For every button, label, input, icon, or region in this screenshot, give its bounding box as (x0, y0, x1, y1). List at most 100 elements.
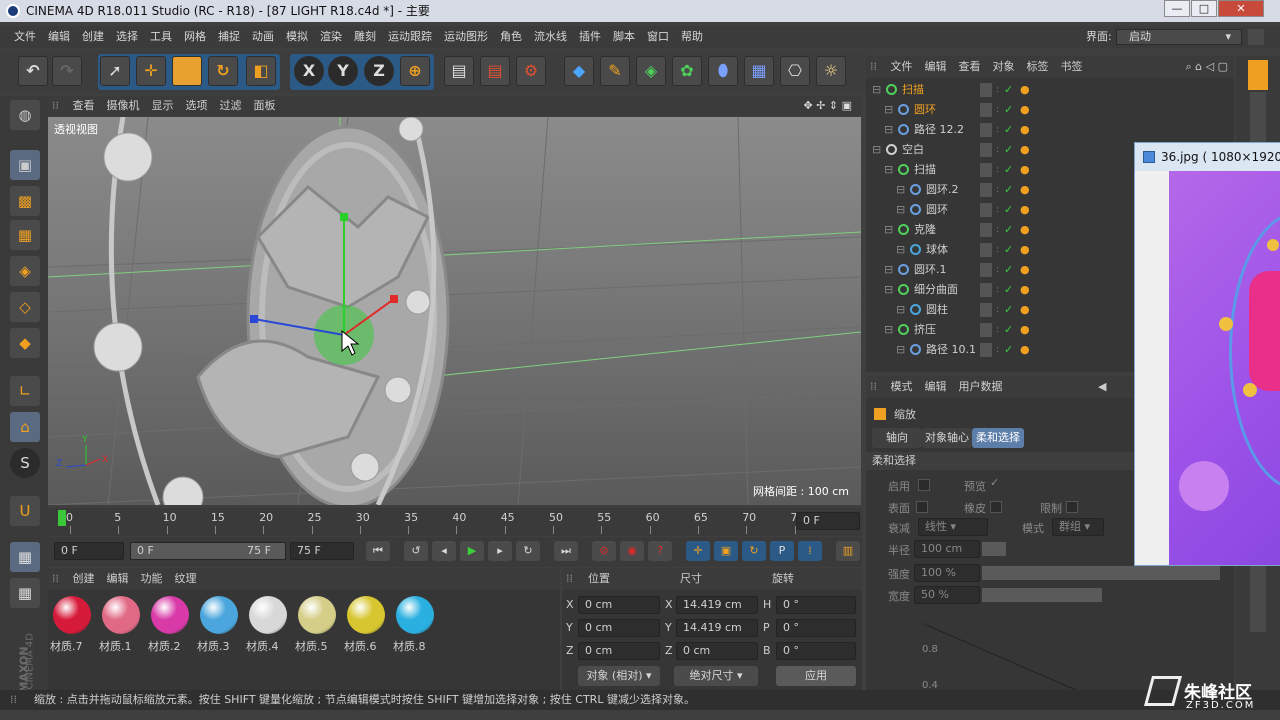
editor-render-dots[interactable]: : (996, 340, 999, 360)
cube-icon[interactable]: ◆ (564, 56, 594, 86)
material-swatch[interactable]: 材质.1 (99, 594, 143, 654)
material-swatch[interactable]: 材质.6 (344, 594, 388, 654)
viewport-nav-icons[interactable]: ✥ ✢ ⇕ ▣ (797, 96, 858, 116)
menu-item[interactable]: 网格 (178, 26, 212, 48)
object-menu-item[interactable]: 对象 (987, 60, 1021, 73)
tag-icon[interactable]: ● (1020, 300, 1030, 320)
rotate-icon[interactable]: ↻ (208, 56, 238, 86)
visibility-toggle[interactable] (980, 343, 992, 357)
record-key-icon[interactable]: ⊘ (592, 541, 616, 561)
snap-icon[interactable]: S (10, 448, 40, 478)
tree-expander-icon[interactable]: ⊟ (896, 340, 905, 360)
viewport-solo-icon[interactable]: ◍ (10, 100, 40, 130)
menu-item[interactable]: 脚本 (607, 26, 641, 48)
deformer-icon[interactable]: ⬮ (708, 56, 738, 86)
editor-render-dots[interactable]: : (996, 260, 999, 280)
render-settings-icon[interactable]: ⚙ (516, 56, 546, 86)
tree-expander-icon[interactable]: ⊟ (884, 220, 893, 240)
enabled-check-icon[interactable]: ✓ (1004, 240, 1013, 260)
key-rotation-icon[interactable]: ↻ (742, 541, 766, 561)
layout-select[interactable]: 启动 ▾ (1116, 29, 1242, 45)
render-view-icon[interactable]: ▤ (444, 56, 474, 86)
previous-key-icon[interactable]: ↺ (404, 541, 428, 561)
x-axis-lock-icon[interactable]: X (294, 56, 324, 86)
menu-item[interactable]: 窗口 (641, 26, 675, 48)
enabled-check-icon[interactable]: ✓ (1004, 300, 1013, 320)
move-icon[interactable]: ✛ (136, 56, 166, 86)
select-arrow-icon[interactable]: ➚ (100, 56, 130, 86)
material-swatch[interactable]: 材质.7 (50, 594, 94, 654)
lock-workplane-icon[interactable]: ▦ (10, 542, 40, 572)
keyframe-selection-icon[interactable]: ? (648, 541, 672, 561)
visibility-toggle[interactable] (980, 263, 992, 277)
menu-item[interactable]: 模拟 (280, 26, 314, 48)
menu-item[interactable]: 动画 (246, 26, 280, 48)
tree-expander-icon[interactable]: ⊟ (884, 100, 893, 120)
material-menu-item[interactable]: 纹理 (169, 572, 203, 585)
edges-mode-icon[interactable]: ◇ (10, 292, 40, 322)
material-swatch[interactable]: 材质.2 (148, 594, 192, 654)
tag-icon[interactable]: ● (1020, 160, 1030, 180)
material-menu-item[interactable]: 创建 (67, 572, 101, 585)
perspective-viewport[interactable]: 透视视图 Y Z X 网格间距 : 100 cm (48, 117, 861, 505)
material-swatch[interactable]: 材质.8 (393, 594, 437, 654)
image-viewer-window[interactable]: 36.jpg ( 1080×1920像 (1134, 142, 1280, 566)
tag-icon[interactable]: ● (1020, 240, 1030, 260)
axis-mode-icon[interactable]: ∟ (10, 376, 40, 406)
menu-item[interactable]: 流水线 (528, 26, 573, 48)
radius-slider[interactable] (982, 542, 1006, 556)
strength-field[interactable]: 100 % (914, 564, 980, 582)
layout-options-icon[interactable] (1248, 29, 1264, 45)
object-tab-icon[interactable] (1248, 60, 1268, 90)
enable-checkbox[interactable] (918, 479, 930, 491)
viewport-menu-item[interactable]: 面板 (248, 96, 282, 116)
visibility-toggle[interactable] (980, 183, 992, 197)
key-position-icon[interactable]: ✛ (686, 541, 710, 561)
tag-icon[interactable]: ● (1020, 320, 1030, 340)
next-frame-icon[interactable]: ▸ (488, 541, 512, 561)
width-field[interactable]: 50 % (914, 586, 980, 604)
attribute-menu-item[interactable]: 模式 (885, 380, 919, 393)
attribute-menu-item[interactable]: 编辑 (919, 380, 953, 393)
previous-frame-icon[interactable]: ◂ (432, 541, 456, 561)
menu-item[interactable]: 运动跟踪 (382, 26, 438, 48)
gizmo-x-handle[interactable] (390, 295, 398, 303)
viewport-menu-item[interactable]: 过滤 (214, 96, 248, 116)
rubber-checkbox[interactable] (990, 501, 1002, 513)
gizmo-y-handle[interactable] (340, 213, 348, 221)
autokey-icon[interactable]: ◉ (620, 541, 644, 561)
tab-soft-selection[interactable]: 柔和选择 (972, 428, 1024, 448)
menu-item[interactable]: 选择 (110, 26, 144, 48)
menu-item[interactable]: 捕捉 (212, 26, 246, 48)
visibility-toggle[interactable] (980, 303, 992, 317)
tab-object-axis[interactable]: 对象轴心 (922, 428, 972, 448)
enabled-check-icon[interactable]: ✓ (1004, 160, 1013, 180)
menu-item[interactable]: 角色 (494, 26, 528, 48)
enabled-check-icon[interactable]: ✓ (1004, 180, 1013, 200)
material-swatch[interactable]: 材质.5 (295, 594, 339, 654)
key-pla-icon[interactable]: ⁞ (798, 541, 822, 561)
enabled-check-icon[interactable]: ✓ (1004, 200, 1013, 220)
mode-select[interactable]: 群组 ▾ (1052, 518, 1104, 536)
tree-expander-icon[interactable]: ⊟ (896, 180, 905, 200)
visibility-toggle[interactable] (980, 283, 992, 297)
object-menu-item[interactable]: 查看 (953, 60, 987, 73)
key-param-icon[interactable]: P (770, 541, 794, 561)
next-key-icon[interactable]: ↻ (516, 541, 540, 561)
rotation-field[interactable]: 0 ° (776, 642, 856, 660)
frame-range-slider[interactable]: 0 F 75 F (130, 542, 286, 560)
maximize-button[interactable]: □ (1191, 0, 1217, 17)
tree-expander-icon[interactable]: ⊟ (872, 140, 881, 160)
object-tree-row[interactable]: ⊟ 圆环: ✓ ● (866, 100, 1232, 120)
rotation-field[interactable]: 0 ° (776, 596, 856, 614)
visibility-toggle[interactable] (980, 323, 992, 337)
strength-slider[interactable] (982, 566, 1220, 580)
falloff-select[interactable]: 线性 ▾ (918, 518, 988, 536)
menu-item[interactable]: 创建 (76, 26, 110, 48)
start-frame-field[interactable]: 0 F (54, 542, 124, 560)
tree-expander-icon[interactable]: ⊟ (896, 240, 905, 260)
position-field[interactable]: 0 cm (578, 596, 660, 614)
y-axis-lock-icon[interactable]: Y (328, 56, 358, 86)
tag-icon[interactable]: ● (1020, 340, 1030, 360)
editor-render-dots[interactable]: : (996, 220, 999, 240)
